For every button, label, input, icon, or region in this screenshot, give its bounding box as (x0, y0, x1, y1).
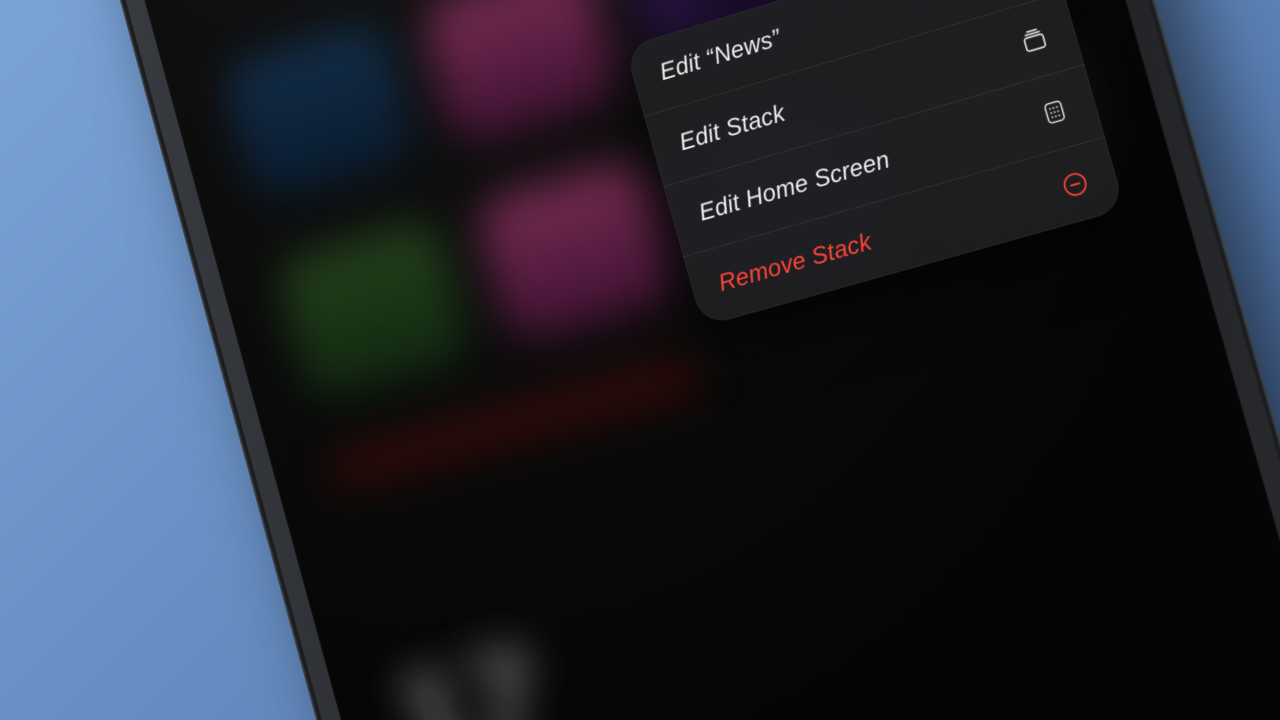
stack-icon (1016, 22, 1052, 58)
app-icon-blur (417, 0, 624, 147)
remove-icon (1057, 167, 1093, 203)
app-icon-blur (677, 93, 892, 289)
app-icon-blur (273, 215, 475, 403)
app-icon-blur (166, 0, 365, 11)
menu-item-label: Edit Home Screen (696, 146, 893, 228)
menu-edit-home-screen[interactable]: Edit Home Screen (664, 65, 1105, 257)
menu-item-label: Edit “News” (657, 24, 784, 87)
menu-item-label: Edit Stack (676, 100, 788, 158)
app-icon-blur (889, 29, 1111, 229)
apps-icon (1037, 94, 1073, 130)
home-screen-blur: 17 (84, 0, 1280, 720)
menu-edit-news[interactable]: Edit “News” (625, 0, 1064, 117)
widget-context-menu: Edit “News” Edit Stack (625, 0, 1126, 327)
phone-mockup: 17 NB (55, 0, 1280, 720)
menu-edit-stack[interactable]: Edit Stack (644, 0, 1084, 187)
calendar-date-blur: 17 (381, 560, 793, 720)
app-icon-blur (832, 0, 1052, 23)
phone-frame: 17 NB (55, 0, 1280, 720)
app-icon-blur (219, 17, 419, 207)
menu-remove-stack[interactable]: Remove Stack (683, 137, 1125, 326)
phone-screen: 17 NB (84, 0, 1280, 720)
app-icon-blur (472, 155, 680, 347)
menu-item-label: Remove Stack (716, 228, 875, 298)
